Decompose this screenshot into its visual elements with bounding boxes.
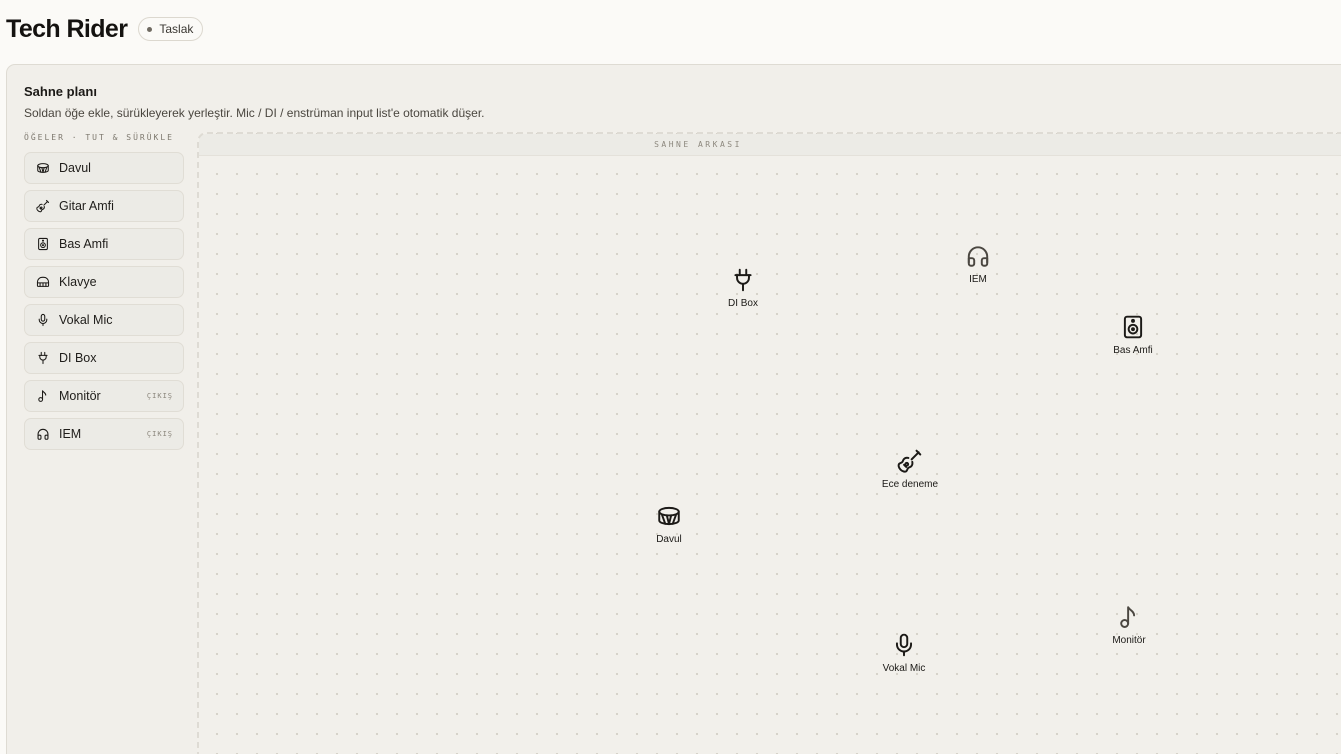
palette-item-label: Vokal Mic [59, 313, 113, 327]
guitar-icon [896, 447, 924, 475]
items-section-label: ÖĞELER · TUT & SÜRÜKLE [24, 133, 174, 142]
palette-item-label: DI Box [59, 351, 97, 365]
keyboard-icon [36, 275, 50, 289]
stage-item-label: Monitör [1112, 635, 1146, 646]
headphones-icon [36, 427, 50, 441]
stage-item-iem[interactable]: IEM [958, 242, 998, 285]
stage-item-label: Davul [656, 534, 682, 545]
drum-icon [36, 161, 50, 175]
stage-header-label: SAHNE ARKASI [654, 140, 742, 149]
stage-item-monitor[interactable]: Monitör [1102, 603, 1156, 646]
palette-item-label: Monitör [59, 389, 101, 403]
music-note-icon [36, 389, 50, 403]
status-badge-label: Taslak [159, 22, 194, 36]
plug-icon [729, 266, 757, 294]
palette-item-iem[interactable]: IEM ÇIKIŞ [24, 418, 184, 450]
stage-canvas[interactable]: SAHNE ARKASI DI Box IEM Bas Amfi Ece den… [197, 132, 1341, 754]
microphone-icon [36, 313, 50, 327]
palette-item-klavye[interactable]: Klavye [24, 266, 184, 298]
drum-icon [655, 502, 683, 530]
stage-plan-panel: Sahne planı Soldan öğe ekle, sürükleyere… [6, 64, 1341, 754]
palette-item-label: Klavye [59, 275, 97, 289]
top-bar: Tech Rider Taslak [0, 0, 1341, 58]
headphones-icon [964, 242, 992, 270]
panel-title: Sahne planı [24, 84, 97, 99]
status-badge: Taslak [138, 17, 204, 41]
stage-item-vokal-mic[interactable]: Vokal Mic [873, 631, 935, 674]
stage-item-label: Ece deneme [881, 479, 939, 490]
stage-header: SAHNE ARKASI [199, 134, 1341, 156]
stage-item-bas-amfi[interactable]: Bas Amfi [1105, 313, 1161, 356]
stage-item-label: Vokal Mic [882, 663, 926, 674]
stage-item-di-box[interactable]: DI Box [718, 266, 768, 309]
palette-item-gitar-amfi[interactable]: Gitar Amfi [24, 190, 184, 222]
palette-item-label: Gitar Amfi [59, 199, 114, 213]
palette-item-bas-amfi[interactable]: Bas Amfi [24, 228, 184, 260]
panel-subtitle: Soldan öğe ekle, sürükleyerek yerleştir.… [24, 106, 485, 120]
output-tag: ÇIKIŞ [146, 430, 173, 438]
stage-item-label: Bas Amfi [1113, 345, 1153, 356]
speaker-icon [1119, 313, 1147, 341]
status-dot-icon [147, 26, 153, 32]
palette-list: Davul Gitar Amfi Bas Amfi Klavye Vokal M… [24, 152, 184, 456]
microphone-icon [890, 631, 918, 659]
guitar-icon [36, 199, 50, 213]
stage-item-label: IEM [969, 274, 987, 285]
page-title: Tech Rider [6, 14, 128, 43]
stage-item-ece-deneme[interactable]: Ece deneme [873, 447, 947, 490]
palette-item-di-box[interactable]: DI Box [24, 342, 184, 374]
stage-item-davul[interactable]: Davul [644, 502, 694, 545]
palette-item-label: Davul [59, 161, 91, 175]
palette-item-vokal-mic[interactable]: Vokal Mic [24, 304, 184, 336]
music-note-icon [1115, 603, 1143, 631]
output-tag: ÇIKIŞ [146, 392, 173, 400]
palette-item-label: IEM [59, 427, 82, 441]
speaker-icon [36, 237, 50, 251]
plug-icon [36, 351, 50, 365]
palette-item-monitor[interactable]: Monitör ÇIKIŞ [24, 380, 184, 412]
stage-item-label: DI Box [727, 298, 758, 309]
palette-item-label: Bas Amfi [59, 237, 109, 251]
palette-item-davul[interactable]: Davul [24, 152, 184, 184]
